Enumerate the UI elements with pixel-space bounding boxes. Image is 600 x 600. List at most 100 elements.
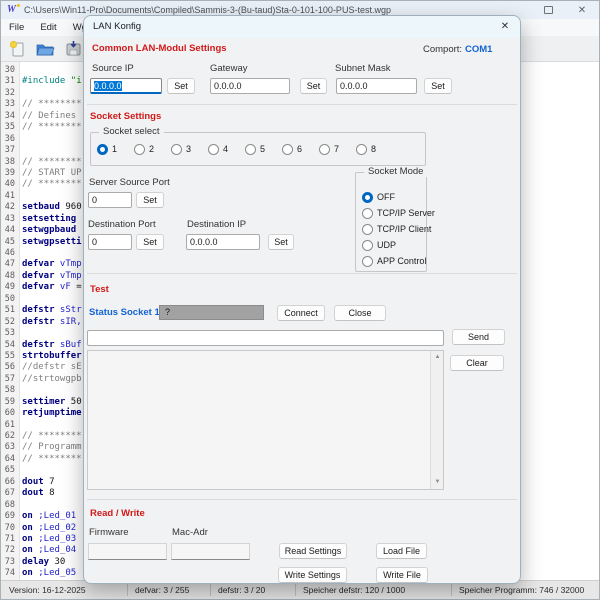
radio-icon <box>134 144 145 155</box>
socket-settings-heading: Socket Settings <box>90 111 161 122</box>
radio-icon <box>245 144 256 155</box>
status-segment: defstr: 3 / 20 <box>218 585 295 595</box>
socket-radio-3[interactable]: 3 <box>171 144 208 155</box>
radio-label: 6 <box>297 144 302 154</box>
dialog-close-button[interactable]: ✕ <box>497 19 513 35</box>
app-logo-icon: W <box>7 4 19 16</box>
socket-radio-6[interactable]: 6 <box>282 144 319 155</box>
section-divider <box>87 104 517 105</box>
mode-radio-app-control[interactable]: APP Control <box>362 253 426 269</box>
source-ip-set-button[interactable]: Set <box>167 78 195 94</box>
socket-select-radios: 1 2 3 4 5 6 7 8 <box>90 132 426 166</box>
maximize-icon <box>544 6 553 14</box>
server-source-port-input[interactable]: 0 <box>88 192 132 208</box>
destination-ip-set-button[interactable]: Set <box>268 234 294 250</box>
socket-radio-2[interactable]: 2 <box>134 144 171 155</box>
read-settings-button[interactable]: Read Settings <box>279 543 347 559</box>
subnet-mask-input[interactable]: 0.0.0.0 <box>336 78 417 94</box>
radio-label: 8 <box>371 144 376 154</box>
status-divider <box>127 584 128 596</box>
send-message-input[interactable] <box>87 330 444 346</box>
mode-radio-udp[interactable]: UDP <box>362 237 426 253</box>
radio-label: APP Control <box>377 256 426 266</box>
status-segment: Version: 16-12-2025 <box>9 585 127 595</box>
send-button[interactable]: Send <box>452 329 505 345</box>
status-divider <box>295 584 296 596</box>
radio-label: 1 <box>112 144 117 154</box>
mode-radio-tcp-ip-server[interactable]: TCP/IP Server <box>362 205 426 221</box>
mode-radio-tcp-ip-client[interactable]: TCP/IP Client <box>362 221 426 237</box>
firmware-field <box>88 543 167 560</box>
window-close-button[interactable]: ✕ <box>565 1 599 19</box>
radio-icon <box>356 144 367 155</box>
socket-radio-8[interactable]: 8 <box>356 144 393 155</box>
scroll-up-icon[interactable]: ▲ <box>431 351 444 364</box>
scroll-down-icon[interactable]: ▼ <box>431 476 444 489</box>
source-ip-label: Source IP <box>92 63 134 74</box>
status-divider <box>451 584 452 596</box>
radio-icon <box>362 240 373 251</box>
save-file-button[interactable] <box>61 38 85 59</box>
section-divider <box>87 499 517 500</box>
status-segment: defvar: 3 / 255 <box>135 585 210 595</box>
mac-adr-label: Mac-Adr <box>172 527 208 538</box>
mac-adr-field <box>171 543 250 560</box>
load-file-button[interactable]: Load File <box>376 543 427 559</box>
radio-label: 2 <box>149 144 154 154</box>
close-socket-button[interactable]: Close <box>334 305 386 321</box>
status-divider <box>210 584 211 596</box>
read-write-heading: Read / Write <box>90 508 145 519</box>
source-ip-input[interactable]: 0.0.0.0 <box>90 78 162 94</box>
subnet-mask-label: Subnet Mask <box>335 63 390 74</box>
destination-port-input[interactable]: 0 <box>88 234 132 250</box>
status-segment: Speicher Programm: 746 / 32000 <box>459 585 584 595</box>
clear-button[interactable]: Clear <box>450 355 504 371</box>
radio-label: 5 <box>260 144 265 154</box>
radio-label: UDP <box>377 240 396 250</box>
destination-port-label: Destination Port <box>88 219 156 230</box>
write-file-button[interactable]: Write File <box>376 567 428 583</box>
server-source-port-set-button[interactable]: Set <box>136 192 164 208</box>
new-file-button[interactable] <box>5 38 29 59</box>
window-title: C:\Users\Win11-Pro\Documents\Compiled\Sa… <box>24 5 391 15</box>
log-text <box>89 352 429 488</box>
test-heading: Test <box>90 284 109 295</box>
destination-ip-label: Destination IP <box>187 219 246 230</box>
radio-label: TCP/IP Client <box>377 224 431 234</box>
maximize-button[interactable] <box>531 1 565 19</box>
menu-file[interactable]: File <box>1 22 32 33</box>
socket-radio-4[interactable]: 4 <box>208 144 245 155</box>
radio-label: 3 <box>186 144 191 154</box>
open-file-button[interactable] <box>33 38 57 59</box>
log-area[interactable]: ▲ ▼ <box>87 350 444 490</box>
mode-radio-off[interactable]: OFF <box>362 189 426 205</box>
new-file-icon <box>9 40 26 57</box>
status-socket-value: ? <box>159 305 264 320</box>
connect-button[interactable]: Connect <box>277 305 325 321</box>
socket-radio-5[interactable]: 5 <box>245 144 282 155</box>
open-folder-icon <box>36 41 55 57</box>
comport-label: Comport: <box>423 44 462 55</box>
menu-edit[interactable]: Edit <box>32 22 64 33</box>
status-socket-label: Status Socket 1 <box>89 307 160 318</box>
gateway-label: Gateway <box>210 63 248 74</box>
radio-icon <box>282 144 293 155</box>
save-file-icon <box>65 40 82 57</box>
gateway-set-button[interactable]: Set <box>300 78 327 94</box>
destination-port-set-button[interactable]: Set <box>136 234 164 250</box>
gateway-input[interactable]: 0.0.0.0 <box>210 78 290 94</box>
lan-konfig-dialog: LAN Konfig ✕ Common LAN-Modul Settings C… <box>83 15 521 584</box>
destination-ip-input[interactable]: 0.0.0.0 <box>186 234 260 250</box>
socket-radio-1[interactable]: 1 <box>97 144 134 155</box>
radio-icon <box>97 144 108 155</box>
dialog-titlebar: LAN Konfig <box>84 16 520 38</box>
comport-value: COM1 <box>465 44 492 55</box>
radio-icon <box>362 224 373 235</box>
server-source-port-label: Server Source Port <box>89 177 170 188</box>
log-scrollbar[interactable]: ▲ ▼ <box>430 351 443 489</box>
write-settings-button[interactable]: Write Settings <box>278 567 347 583</box>
radio-label: 4 <box>223 144 228 154</box>
socket-mode-radios: OFFTCP/IP ServerTCP/IP Client UDP APP Cont… <box>356 173 426 271</box>
socket-radio-7[interactable]: 7 <box>319 144 356 155</box>
subnet-mask-set-button[interactable]: Set <box>424 78 452 94</box>
